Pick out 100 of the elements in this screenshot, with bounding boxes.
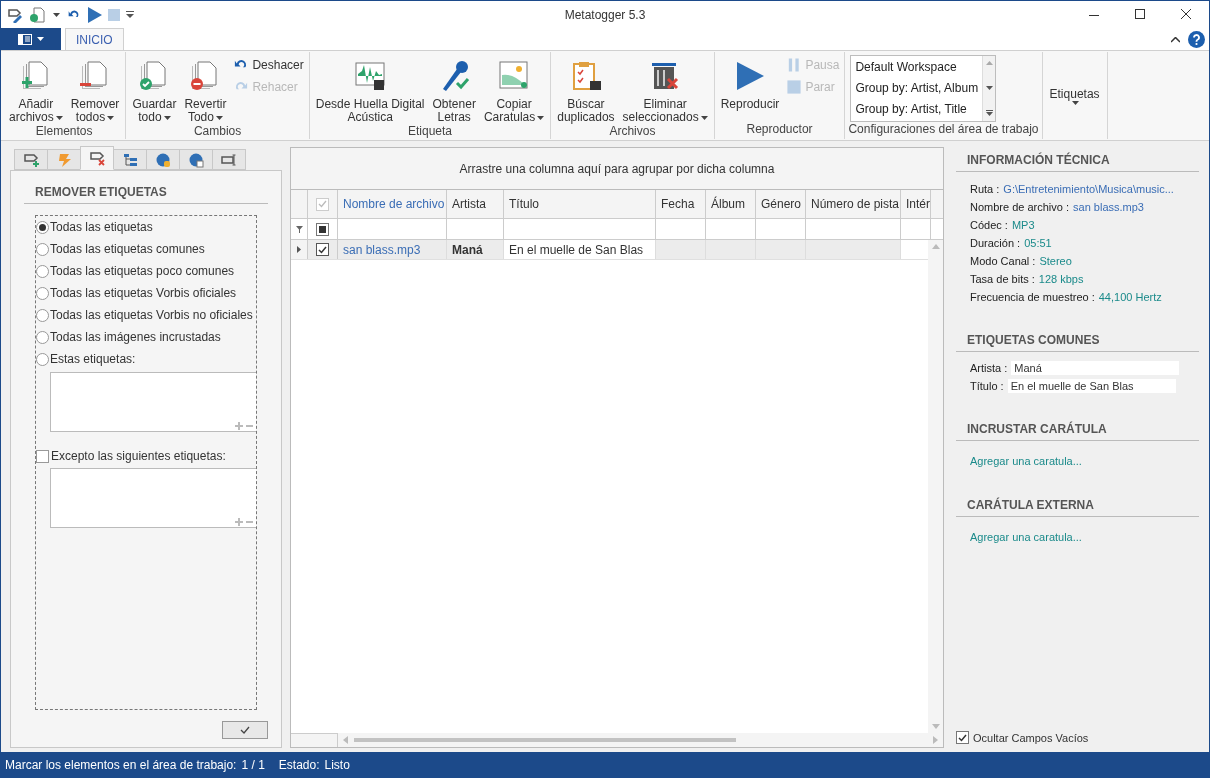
file-menu-button[interactable]	[1, 28, 61, 50]
radio-button[interactable]	[36, 264, 49, 278]
caret-icon	[53, 12, 60, 17]
ribbon-group-label: Cambios	[192, 124, 243, 139]
remove-icon[interactable]	[246, 518, 253, 526]
stop-icon[interactable]	[108, 8, 120, 21]
scroll-up-icon[interactable]	[931, 244, 940, 249]
radio-label: Todas las etiquetas	[50, 219, 153, 236]
scroll-down-icon[interactable]	[985, 85, 993, 90]
row-checkbox[interactable]	[316, 243, 329, 256]
panel-tab[interactable]	[212, 149, 246, 170]
table-cell[interactable]: san blass.mp3	[338, 240, 447, 259]
add-icon[interactable]	[235, 422, 243, 430]
column-header[interactable]: Número de pista	[806, 190, 901, 218]
section-title: ETIQUETAS COMUNES	[956, 327, 1199, 352]
input-field[interactable]: En el muelle de San Blas	[1007, 379, 1176, 393]
radio-button[interactable]	[36, 220, 49, 234]
ribbon-menu-button[interactable]: Etiquetas	[1045, 54, 1104, 105]
table-cell[interactable]: Maná	[447, 240, 504, 259]
info-value: san blass.mp3	[1073, 199, 1144, 215]
column-header[interactable]: Género	[756, 190, 806, 218]
column-header[interactable]: Artista	[447, 190, 504, 218]
scroll-left-icon[interactable]	[343, 736, 348, 744]
list-scrollbar[interactable]	[982, 56, 996, 121]
tag-list-field[interactable]	[50, 468, 256, 528]
ribbon-button[interactable]: Guardar todo	[129, 54, 180, 124]
section-title: CARÁTULA EXTERNA	[956, 491, 1199, 517]
ribbon-button[interactable]: Reproducir	[717, 54, 783, 111]
radio-label: Todas las etiquetas Vorbis oficiales	[50, 285, 237, 302]
ribbon-button[interactable]: Desde Huella Digital Acústica	[312, 54, 428, 124]
status-label: Estado:	[278, 756, 320, 774]
radio-button[interactable]	[36, 286, 49, 300]
info-label: Códec :	[970, 217, 1008, 233]
info-value: 44,100 Hertz	[1098, 289, 1162, 305]
input-field[interactable]: Maná	[1011, 361, 1180, 375]
ribbon-button[interactable]: Revertir Todo	[181, 54, 230, 124]
checkbox-label: Ocultar Campos Vacíos	[973, 730, 1089, 746]
scroll-thumb[interactable]	[354, 738, 736, 742]
tag-remove-icon	[89, 150, 105, 166]
column-header[interactable]: Fecha	[656, 190, 706, 218]
column-header[interactable]: Nombre de archivo	[338, 190, 447, 218]
ribbon-button[interactable]: Copiar Caratulas	[480, 54, 548, 124]
section-title: REMOVER ETIQUETAS	[24, 183, 268, 204]
caret-icon	[37, 37, 44, 41]
filter-checkbox[interactable]	[316, 222, 329, 236]
select-all-checkbox[interactable]	[316, 197, 329, 211]
horizontal-scrollbar[interactable]	[338, 733, 943, 747]
vertical-scrollbar[interactable]	[928, 240, 943, 733]
status-value: Listo	[324, 756, 350, 774]
ribbon-button[interactable]: Búscar duplicados	[554, 54, 618, 124]
radio-button[interactable]	[36, 242, 49, 256]
checkbox[interactable]	[956, 731, 969, 745]
add-cover-link[interactable]: Agregar una caratula...	[956, 516, 1199, 545]
scroll-right-icon[interactable]	[933, 736, 938, 744]
workspace-option[interactable]: Group by: Artist, Title	[851, 99, 983, 120]
column-header[interactable]: Álbum	[706, 190, 756, 218]
info-value: 05:51	[1024, 235, 1052, 251]
radio-button[interactable]	[36, 308, 49, 322]
tag-list-field[interactable]	[50, 372, 256, 432]
panel-tab[interactable]	[80, 146, 114, 170]
ribbon-tab[interactable]: INICIO	[65, 28, 124, 50]
scroll-up-icon[interactable]	[985, 61, 993, 65]
remove-icon[interactable]	[246, 422, 253, 430]
workspace-option[interactable]: Default Workspace	[851, 57, 983, 78]
checkbox[interactable]	[36, 449, 49, 463]
ribbon-button[interactable]: Obtener Letras	[429, 54, 479, 124]
panel-tab[interactable]	[14, 149, 48, 170]
panel-icon	[18, 33, 32, 45]
column-header[interactable]: Intér	[901, 190, 931, 218]
panel-tab[interactable]	[146, 149, 180, 170]
play-icon[interactable]	[88, 6, 102, 23]
help-icon[interactable]	[1188, 31, 1205, 48]
apply-button[interactable]	[222, 721, 268, 739]
panel-tab[interactable]	[113, 149, 147, 170]
add-cover-link[interactable]: Agregar una caratula...	[956, 441, 1199, 470]
info-label: Modo Canal :	[970, 253, 1036, 269]
filter-icon[interactable]	[295, 225, 303, 233]
radio-label: Estas etiquetas:	[50, 351, 136, 368]
radio-button[interactable]	[36, 352, 49, 366]
ribbon-button[interactable]: Eliminar seleccionados	[619, 54, 711, 124]
panel-tab[interactable]	[179, 149, 213, 170]
collapse-icon[interactable]	[1171, 36, 1180, 43]
column-header[interactable]: Título	[504, 190, 656, 218]
info-value: Stereo	[1039, 253, 1072, 269]
ribbon-button[interactable]: Remover todos	[67, 54, 123, 124]
ribbon-button[interactable]: Añadir archivos	[6, 54, 66, 124]
text-field-icon	[221, 151, 237, 168]
workspace-option[interactable]: Group by: Artist, Album	[851, 78, 983, 99]
add-icon[interactable]	[235, 518, 243, 526]
caret-icon	[107, 115, 115, 120]
caret-icon	[215, 115, 223, 120]
customize-icon[interactable]	[126, 11, 134, 18]
radio-button[interactable]	[36, 330, 49, 344]
document-check-icon[interactable]	[29, 6, 45, 23]
radio-label: Todas las etiquetas poco comunes	[50, 263, 235, 280]
expand-list-icon[interactable]	[985, 110, 993, 116]
info-value: G:\Entretenimiento\Musica\music...	[1003, 181, 1174, 197]
caret-icon	[700, 115, 708, 120]
tag-edit-icon[interactable]	[7, 6, 23, 23]
ribbon-small-button[interactable]: Deshacer	[231, 56, 306, 74]
